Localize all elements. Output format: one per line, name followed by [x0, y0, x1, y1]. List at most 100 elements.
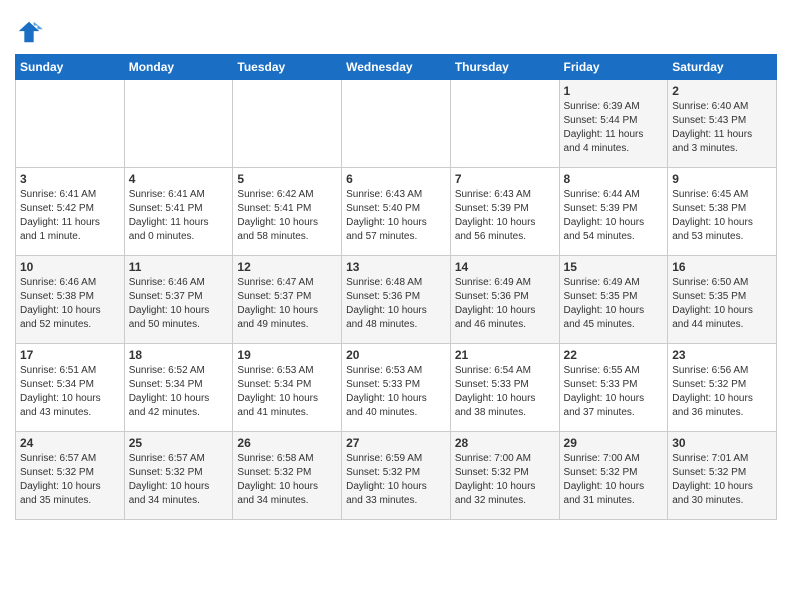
day-number: 30 — [672, 436, 772, 450]
calendar-cell: 13 Sunrise: 6:48 AM Sunset: 5:36 PM Dayli… — [342, 256, 451, 344]
day-info: Sunrise: 6:42 AM Sunset: 5:41 PM Dayligh… — [237, 188, 337, 244]
day-number: 23 — [672, 348, 772, 362]
calendar-cell — [450, 80, 559, 168]
day-number: 6 — [346, 172, 446, 186]
logo-icon — [15, 18, 43, 46]
day-number: 10 — [20, 260, 120, 274]
day-info: Sunrise: 6:54 AM Sunset: 5:33 PM Dayligh… — [455, 364, 555, 420]
calendar-cell: 6 Sunrise: 6:43 AM Sunset: 5:40 PM Daylig… — [342, 168, 451, 256]
week-row-1: 1Sunrise: 6:39 AM Sunset: 5:44 PM Daylig… — [16, 80, 777, 168]
day-info: Sunrise: 6:59 AM Sunset: 5:32 PM Dayligh… — [346, 452, 446, 508]
calendar-cell: 24 Sunrise: 6:57 AM Sunset: 5:32 PM Dayli… — [16, 432, 125, 520]
calendar-cell: 30Sunrise: 7:01 AM Sunset: 5:32 PM Dayli… — [668, 432, 777, 520]
calendar-cell: 25 Sunrise: 6:57 AM Sunset: 5:32 PM Dayli… — [124, 432, 233, 520]
calendar-cell: 14 Sunrise: 6:49 AM Sunset: 5:36 PM Dayli… — [450, 256, 559, 344]
day-info: Sunrise: 6:50 AM Sunset: 5:35 PM Dayligh… — [672, 276, 772, 332]
weekday-header-monday: Monday — [124, 55, 233, 80]
day-info: Sunrise: 6:57 AM Sunset: 5:32 PM Dayligh… — [20, 452, 120, 508]
calendar-cell: 27 Sunrise: 6:59 AM Sunset: 5:32 PM Dayli… — [342, 432, 451, 520]
day-info: Sunrise: 6:46 AM Sunset: 5:38 PM Dayligh… — [20, 276, 120, 332]
weekday-row: SundayMondayTuesdayWednesdayThursdayFrid… — [16, 55, 777, 80]
calendar-cell: 10 Sunrise: 6:46 AM Sunset: 5:38 PM Dayli… — [16, 256, 125, 344]
calendar-cell — [16, 80, 125, 168]
logo — [15, 18, 47, 46]
calendar-cell: 9Sunrise: 6:45 AM Sunset: 5:38 PM Daylig… — [668, 168, 777, 256]
day-number: 17 — [20, 348, 120, 362]
page-header — [15, 10, 777, 46]
day-number: 21 — [455, 348, 555, 362]
calendar-cell: 4 Sunrise: 6:41 AM Sunset: 5:41 PM Daylig… — [124, 168, 233, 256]
day-number: 1 — [564, 84, 664, 98]
day-info: Sunrise: 6:58 AM Sunset: 5:32 PM Dayligh… — [237, 452, 337, 508]
weekday-header-thursday: Thursday — [450, 55, 559, 80]
day-number: 4 — [129, 172, 229, 186]
weekday-header-sunday: Sunday — [16, 55, 125, 80]
day-number: 22 — [564, 348, 664, 362]
day-number: 20 — [346, 348, 446, 362]
day-info: Sunrise: 6:57 AM Sunset: 5:32 PM Dayligh… — [129, 452, 229, 508]
day-info: Sunrise: 6:40 AM Sunset: 5:43 PM Dayligh… — [672, 100, 772, 156]
calendar-table: SundayMondayTuesdayWednesdayThursdayFrid… — [15, 54, 777, 520]
day-info: Sunrise: 6:41 AM Sunset: 5:42 PM Dayligh… — [20, 188, 120, 244]
calendar-body: 1Sunrise: 6:39 AM Sunset: 5:44 PM Daylig… — [16, 80, 777, 520]
day-info: Sunrise: 6:43 AM Sunset: 5:40 PM Dayligh… — [346, 188, 446, 244]
calendar-cell — [124, 80, 233, 168]
calendar-cell: 12 Sunrise: 6:47 AM Sunset: 5:37 PM Dayli… — [233, 256, 342, 344]
day-number: 9 — [672, 172, 772, 186]
day-info: Sunrise: 6:47 AM Sunset: 5:37 PM Dayligh… — [237, 276, 337, 332]
day-number: 29 — [564, 436, 664, 450]
calendar-cell: 28Sunrise: 7:00 AM Sunset: 5:32 PM Dayli… — [450, 432, 559, 520]
day-number: 14 — [455, 260, 555, 274]
calendar-cell: 2Sunrise: 6:40 AM Sunset: 5:43 PM Daylig… — [668, 80, 777, 168]
calendar-header: SundayMondayTuesdayWednesdayThursdayFrid… — [16, 55, 777, 80]
day-info: Sunrise: 6:52 AM Sunset: 5:34 PM Dayligh… — [129, 364, 229, 420]
calendar-cell: 26 Sunrise: 6:58 AM Sunset: 5:32 PM Dayli… — [233, 432, 342, 520]
calendar-cell: 23 Sunrise: 6:56 AM Sunset: 5:32 PM Dayli… — [668, 344, 777, 432]
day-number: 19 — [237, 348, 337, 362]
day-info: Sunrise: 6:46 AM Sunset: 5:37 PM Dayligh… — [129, 276, 229, 332]
weekday-header-tuesday: Tuesday — [233, 55, 342, 80]
day-number: 16 — [672, 260, 772, 274]
day-info: Sunrise: 7:00 AM Sunset: 5:32 PM Dayligh… — [564, 452, 664, 508]
day-number: 27 — [346, 436, 446, 450]
day-info: Sunrise: 6:55 AM Sunset: 5:33 PM Dayligh… — [564, 364, 664, 420]
day-info: Sunrise: 6:44 AM Sunset: 5:39 PM Dayligh… — [564, 188, 664, 244]
weekday-header-friday: Friday — [559, 55, 668, 80]
week-row-4: 17 Sunrise: 6:51 AM Sunset: 5:34 PM Dayli… — [16, 344, 777, 432]
calendar-cell — [342, 80, 451, 168]
calendar-cell: 29 Sunrise: 7:00 AM Sunset: 5:32 PM Dayli… — [559, 432, 668, 520]
day-number: 25 — [129, 436, 229, 450]
day-number: 18 — [129, 348, 229, 362]
calendar-cell: 3 Sunrise: 6:41 AM Sunset: 5:42 PM Daylig… — [16, 168, 125, 256]
day-info: Sunrise: 6:41 AM Sunset: 5:41 PM Dayligh… — [129, 188, 229, 244]
calendar-cell: 15Sunrise: 6:49 AM Sunset: 5:35 PM Dayli… — [559, 256, 668, 344]
day-number: 24 — [20, 436, 120, 450]
calendar-cell: 8Sunrise: 6:44 AM Sunset: 5:39 PM Daylig… — [559, 168, 668, 256]
day-number: 5 — [237, 172, 337, 186]
calendar-cell: 22 Sunrise: 6:55 AM Sunset: 5:33 PM Dayli… — [559, 344, 668, 432]
day-number: 26 — [237, 436, 337, 450]
day-info: Sunrise: 6:49 AM Sunset: 5:36 PM Dayligh… — [455, 276, 555, 332]
calendar-cell: 19 Sunrise: 6:53 AM Sunset: 5:34 PM Dayli… — [233, 344, 342, 432]
weekday-header-saturday: Saturday — [668, 55, 777, 80]
day-info: Sunrise: 6:53 AM Sunset: 5:34 PM Dayligh… — [237, 364, 337, 420]
day-number: 7 — [455, 172, 555, 186]
day-number: 28 — [455, 436, 555, 450]
day-info: Sunrise: 6:48 AM Sunset: 5:36 PM Dayligh… — [346, 276, 446, 332]
calendar-cell: 1Sunrise: 6:39 AM Sunset: 5:44 PM Daylig… — [559, 80, 668, 168]
week-row-5: 24 Sunrise: 6:57 AM Sunset: 5:32 PM Dayli… — [16, 432, 777, 520]
calendar-cell: 21 Sunrise: 6:54 AM Sunset: 5:33 PM Dayli… — [450, 344, 559, 432]
week-row-2: 3 Sunrise: 6:41 AM Sunset: 5:42 PM Daylig… — [16, 168, 777, 256]
calendar-cell: 5 Sunrise: 6:42 AM Sunset: 5:41 PM Daylig… — [233, 168, 342, 256]
day-number: 12 — [237, 260, 337, 274]
day-number: 3 — [20, 172, 120, 186]
calendar-cell: 18 Sunrise: 6:52 AM Sunset: 5:34 PM Dayli… — [124, 344, 233, 432]
week-row-3: 10 Sunrise: 6:46 AM Sunset: 5:38 PM Dayli… — [16, 256, 777, 344]
weekday-header-wednesday: Wednesday — [342, 55, 451, 80]
day-info: Sunrise: 6:56 AM Sunset: 5:32 PM Dayligh… — [672, 364, 772, 420]
day-number: 13 — [346, 260, 446, 274]
day-number: 11 — [129, 260, 229, 274]
day-info: Sunrise: 6:53 AM Sunset: 5:33 PM Dayligh… — [346, 364, 446, 420]
day-info: Sunrise: 6:51 AM Sunset: 5:34 PM Dayligh… — [20, 364, 120, 420]
calendar-cell: 20 Sunrise: 6:53 AM Sunset: 5:33 PM Dayli… — [342, 344, 451, 432]
